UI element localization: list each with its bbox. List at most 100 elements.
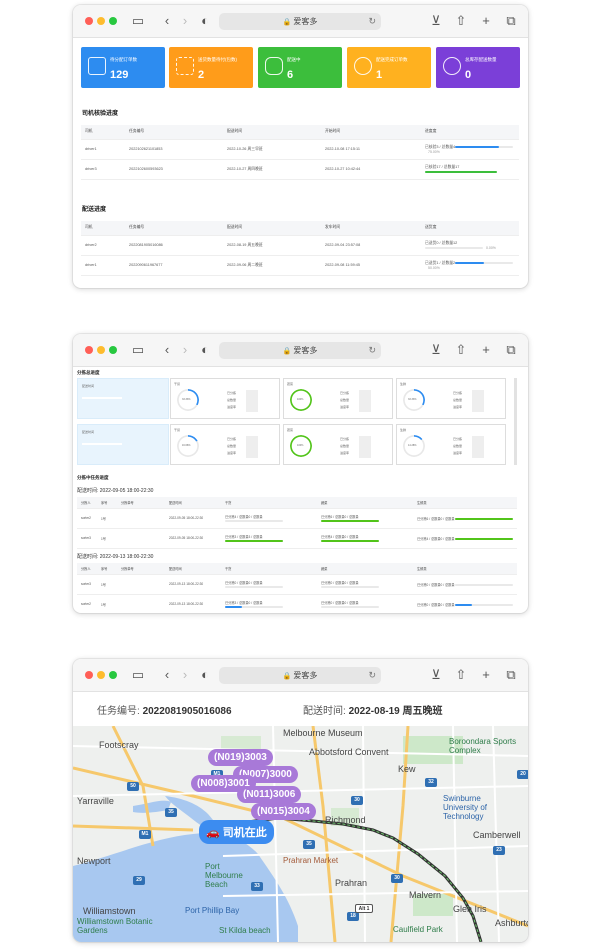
shield-icon[interactable]: ◐ — [197, 667, 213, 683]
shield-icon[interactable]: ◐ — [197, 13, 213, 29]
map-place-label: Swinburne University of Technology — [443, 794, 488, 821]
sorting-gauge-card[interactable]: 干货 33.33% 已分拣 总数量 进度率 — [170, 378, 280, 419]
reload-icon[interactable]: ↻ — [368, 667, 376, 684]
download-icon[interactable]: ⊻ — [428, 667, 444, 683]
lock-icon: 🔒 — [282, 19, 292, 26]
stop-marker[interactable]: (N019)3003 — [208, 749, 273, 766]
table-row[interactable]: driver2 2022081905016086 2022-08-19 周五晚班… — [81, 235, 519, 256]
driver-location-marker[interactable]: 🚗 司机在此 — [199, 820, 274, 844]
new-tab-icon[interactable]: + — [478, 667, 494, 683]
sorting-gauge-card[interactable]: 生鲜 14.28% 已分拣 总数量 进度率 — [396, 424, 506, 465]
road-badge: 50 — [127, 782, 139, 791]
back-icon[interactable]: ‹ — [159, 13, 175, 29]
time-box: 配送时间 — [77, 424, 169, 465]
download-icon[interactable]: ⊻ — [428, 342, 444, 358]
stat-card[interactable]: 配送完成订单数 1 — [347, 47, 431, 88]
progress-bar — [425, 170, 497, 173]
map-place-label: Camberwell — [473, 830, 521, 840]
share-icon[interactable]: ⇧ — [453, 667, 469, 683]
maximize-window-button[interactable] — [109, 346, 117, 354]
minimize-window-button[interactable] — [97, 671, 105, 679]
sidebar-icon[interactable]: ▭ — [130, 342, 146, 358]
stop-marker[interactable]: (N011)3006 — [237, 786, 302, 803]
road-badge: 30 — [391, 874, 403, 883]
route-map[interactable]: Footscray Abbotsford Convent Boroondara … — [73, 726, 528, 942]
table-row[interactable]: driver3 2022102600593623 2022-10-27 周四晚班… — [81, 159, 519, 180]
car-icon: 🚗 — [206, 827, 220, 839]
back-icon[interactable]: ‹ — [159, 667, 175, 683]
sorting-gauge-card[interactable]: 生鲜 33.33% 已分拣 总数量 进度率 — [396, 378, 506, 419]
back-icon[interactable]: ‹ — [159, 342, 175, 358]
progress-bar — [225, 519, 283, 522]
tabs-overview-icon[interactable]: ⧉ — [503, 13, 519, 29]
close-window-button[interactable] — [85, 17, 93, 25]
sidebar-icon[interactable]: ▭ — [130, 667, 146, 683]
stat-card[interactable]: 待分配订单数 129 — [81, 47, 165, 88]
map-place-label: Glen Iris — [453, 904, 487, 914]
section-title: 司机核验进度 — [82, 111, 119, 117]
new-tab-icon[interactable]: + — [478, 13, 494, 29]
table-row[interactable]: sorter2 1号 2022-09-13 18:00-22:30 已分拣3 /… — [77, 594, 517, 613]
close-window-button[interactable] — [85, 346, 93, 354]
maximize-window-button[interactable] — [109, 17, 117, 25]
progress-cell: 已送货0 / 总数量12 0.00% — [421, 235, 519, 256]
tabs-overview-icon[interactable]: ⧉ — [503, 342, 519, 358]
forward-icon[interactable]: › — [177, 13, 193, 29]
table-row[interactable]: sorter3 1号 2022-09-13 18:00-22:30 已分拣0 /… — [77, 574, 517, 595]
progress-bar — [454, 583, 513, 586]
sorting-gauge-card[interactable]: 干货 16.66% 已分拣 总数量 进度率 — [170, 424, 280, 465]
road-badge: 23 — [493, 846, 505, 855]
map-place-label: Malvern — [409, 890, 442, 900]
map-place-label: Boroondara Sports Complex — [449, 737, 517, 755]
road-badge: 35 — [165, 808, 177, 817]
sidebar-icon[interactable]: ▭ — [130, 13, 146, 29]
close-window-button[interactable] — [85, 671, 93, 679]
share-icon[interactable]: ⇧ — [453, 13, 469, 29]
delivery-time-info: 配送时间: 2022-08-19 周五晚班 — [303, 706, 443, 717]
reload-icon[interactable]: ↻ — [368, 342, 376, 359]
new-tab-icon[interactable]: + — [478, 342, 494, 358]
browser-window-route-map: ▭ ‹ › ◐ 🔒 爱客多 ↻ ⊻ ⇧ + ⧉ 任务编号: 202208190501… — [73, 659, 528, 942]
column-header: 进度度 — [421, 125, 519, 140]
shield-icon[interactable]: ◐ — [197, 342, 213, 358]
stat-card[interactable]: 配送中 6 — [258, 47, 342, 88]
reload-icon[interactable]: ↻ — [368, 13, 376, 30]
forward-icon[interactable]: › — [177, 667, 193, 683]
stat-label: 总库存配送数量 — [465, 57, 497, 62]
sorting-gauge-card[interactable]: 蔬菜 100% 已分拣 总数量 进度率 — [283, 378, 393, 419]
minimize-window-button[interactable] — [97, 346, 105, 354]
progress-cell: 已送货1 / 总数量2 50.00% — [421, 255, 519, 276]
address-bar[interactable]: 🔒 爱客多 ↻ — [219, 13, 381, 30]
driver-progress-table: 司机 任务编号 配送时间 开始时间 进度度 driver1 2022102621… — [81, 125, 519, 180]
column-header: 配送时间 — [223, 125, 321, 140]
table-row[interactable]: driver1 2022102621101853 2022-10-26 周三早班… — [81, 139, 519, 160]
group-time: 配送时间: 2022-09-05 18:00-22:30 — [77, 488, 154, 494]
progress-bar — [454, 537, 513, 540]
stat-label: 配送完成订单数 — [376, 57, 408, 62]
stat-card[interactable]: 送货数量待付(包数) 2 — [169, 47, 253, 88]
column-header: 司机 — [81, 221, 125, 236]
forward-icon[interactable]: › — [177, 342, 193, 358]
stop-marker[interactable]: (N015)3004 — [251, 803, 316, 820]
map-place-label: Newport — [77, 856, 111, 866]
address-bar[interactable]: 🔒 爱客多 ↻ — [219, 342, 381, 359]
scrollbar[interactable] — [514, 378, 517, 465]
column-header: 任务编号 — [125, 125, 223, 140]
share-icon[interactable]: ⇧ — [453, 342, 469, 358]
address-bar[interactable]: 🔒 爱客多 ↻ — [219, 667, 381, 684]
sorting-gauge-card[interactable]: 蔬菜 100% 已分拣 总数量 进度率 — [283, 424, 393, 465]
progress-bar — [425, 246, 483, 249]
column-header: 送货度 — [421, 221, 519, 236]
download-icon[interactable]: ⊻ — [428, 13, 444, 29]
road-badge: Alt 1 — [355, 904, 373, 913]
table-row[interactable]: sorter3 1号 2022-09-05 18:00-22:30 已分拣3 /… — [77, 528, 517, 549]
maximize-window-button[interactable] — [109, 671, 117, 679]
stat-card[interactable]: 总库存配送数量 0 — [436, 47, 520, 88]
section-title: 分拣中任务进度 — [77, 475, 109, 480]
minimize-window-button[interactable] — [97, 17, 105, 25]
table-row[interactable]: driver1 2022090611967677 2022-09-06 周二晚班… — [81, 255, 519, 276]
tabs-overview-icon[interactable]: ⧉ — [503, 667, 519, 683]
stat-value: 2 — [198, 69, 205, 81]
table-row[interactable]: sorter2 1号 2022-09-05 18:00-22:30 已分拣4 /… — [77, 508, 517, 529]
map-place-label: Williamstown — [83, 906, 136, 916]
